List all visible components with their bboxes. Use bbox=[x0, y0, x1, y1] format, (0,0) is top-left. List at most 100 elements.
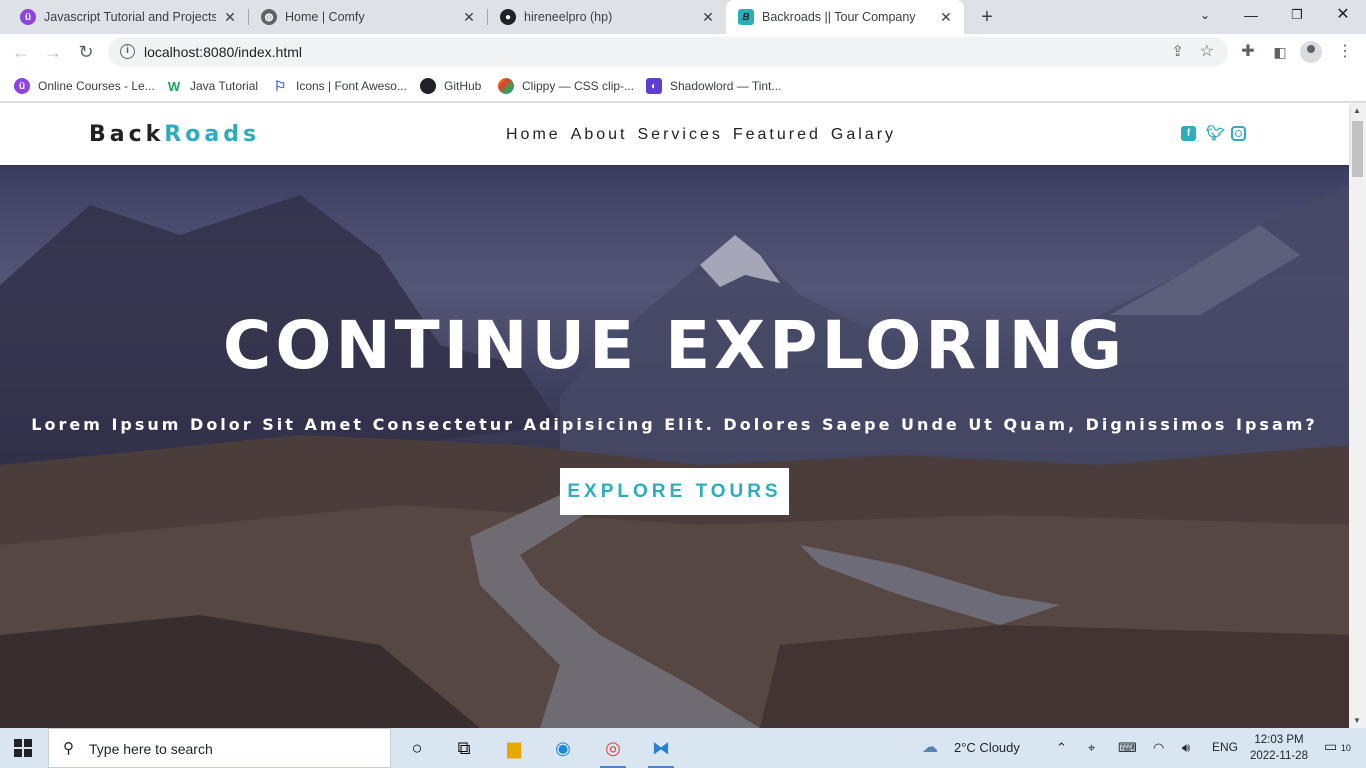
language-indicator[interactable]: ENG bbox=[1212, 740, 1238, 754]
nav-link-home[interactable]: Home bbox=[506, 126, 561, 144]
task-view-icon[interactable]: ⧉ bbox=[449, 734, 479, 762]
meet-now-icon[interactable]: ⌖ bbox=[1088, 740, 1095, 756]
new-tab-button[interactable]: + bbox=[976, 6, 998, 28]
bookmark-java-tutorial[interactable]: W Java Tutorial bbox=[166, 76, 258, 96]
bookmark-font-awesome[interactable]: ⚐ Icons | Font Aweso... bbox=[272, 76, 407, 96]
extensions-icon[interactable]: ✚ bbox=[1236, 40, 1260, 64]
menu-kebab-icon[interactable]: ⋮ bbox=[1333, 40, 1357, 64]
page-scrollbar[interactable]: ▲ ▼ bbox=[1349, 103, 1366, 728]
show-hidden-icons-chevron-icon[interactable]: ⌃ bbox=[1056, 740, 1067, 756]
side-panel-icon[interactable]: ◧ bbox=[1268, 40, 1292, 64]
taskbar-search-box[interactable]: ⚲ Type here to search bbox=[48, 728, 391, 768]
browser-tab-strip: ü Javascript Tutorial and Projects C ✕ ◍… bbox=[0, 0, 1366, 34]
explore-tours-button[interactable]: EXPLORE TOURS bbox=[560, 468, 789, 515]
tab-javascript-tutorial[interactable]: ü Javascript Tutorial and Projects C ✕ bbox=[8, 0, 248, 34]
file-explorer-icon[interactable]: ▆ bbox=[499, 734, 529, 762]
course-site-icon: ü bbox=[14, 78, 30, 94]
message-icon: ▭ bbox=[1324, 738, 1338, 754]
minimize-button[interactable]: — bbox=[1228, 0, 1274, 30]
close-tab-icon[interactable]: ✕ bbox=[461, 9, 477, 26]
nav-link-galary[interactable]: Galary bbox=[831, 126, 896, 144]
nav-links: Home About Services Featured Galary bbox=[506, 126, 906, 144]
system-clock[interactable]: 12:03 PM 2022-11-28 bbox=[1250, 732, 1308, 764]
notification-count: 10 bbox=[1340, 743, 1351, 753]
search-icon: ⚲ bbox=[63, 740, 74, 757]
clock-time: 12:03 PM bbox=[1254, 734, 1304, 746]
site-logo[interactable]: BackRoads bbox=[89, 122, 260, 147]
close-tab-icon[interactable]: ✕ bbox=[938, 9, 954, 26]
tab-github[interactable]: ● hireneelpro (hp) ✕ bbox=[488, 0, 726, 34]
site-info-icon[interactable]: i bbox=[120, 44, 135, 59]
bookmark-label: Icons | Font Aweso... bbox=[296, 79, 407, 93]
forward-button[interactable]: → bbox=[41, 40, 65, 64]
bookmark-shadowlord[interactable]: ◐ Shadowlord — Tint... bbox=[646, 76, 781, 96]
weather-text[interactable]: 2°C Cloudy bbox=[954, 740, 1020, 755]
site-navbar: BackRoads Home About Services Featured G… bbox=[0, 103, 1349, 165]
bookmark-label: Shadowlord — Tint... bbox=[670, 79, 782, 93]
notification-center-icon[interactable]: ▭ 10 bbox=[1324, 738, 1351, 755]
url-text[interactable]: localhost:8080/index.html bbox=[144, 44, 302, 60]
tab-title: hireneelpro (hp) bbox=[524, 10, 613, 24]
volume-icon[interactable]: 🔊︎ bbox=[1182, 740, 1190, 756]
restore-button[interactable]: ❐ bbox=[1274, 0, 1320, 30]
globe-icon: ◍ bbox=[261, 9, 277, 25]
nav-link-services[interactable]: Services bbox=[638, 126, 723, 144]
bookmark-label: Java Tutorial bbox=[190, 79, 259, 93]
profile-avatar-icon[interactable] bbox=[1300, 41, 1322, 63]
close-window-button[interactable]: ✕ bbox=[1320, 0, 1366, 30]
bookmark-star-icon[interactable]: ☆ bbox=[1200, 41, 1214, 61]
tab-search-icon[interactable]: ⌄ bbox=[1182, 0, 1228, 30]
close-tab-icon[interactable]: ✕ bbox=[700, 9, 716, 26]
tab-backroads[interactable]: B Backroads || Tour Company ✕ bbox=[726, 0, 964, 34]
instagram-icon[interactable] bbox=[1231, 126, 1246, 141]
address-bar[interactable]: i localhost:8080/index.html ⇪ ☆ bbox=[108, 37, 1228, 67]
input-indicator-icon[interactable]: ⌨ bbox=[1118, 740, 1137, 756]
backroads-favicon: B bbox=[738, 9, 754, 25]
clock-date: 2022-11-28 bbox=[1250, 750, 1308, 762]
bookmark-label: Online Courses - Le... bbox=[38, 79, 155, 93]
bookmark-github[interactable]: GitHub bbox=[420, 76, 481, 96]
hero-content: CONTINUE EXPLORING Lorem Ipsum Dolor Sit… bbox=[0, 165, 1349, 728]
scrollbar-thumb[interactable] bbox=[1352, 121, 1363, 177]
bookmark-clippy[interactable]: Clippy — CSS clip-... bbox=[498, 76, 634, 96]
tab-title: Backroads || Tour Company bbox=[762, 10, 916, 24]
github-icon bbox=[420, 78, 436, 94]
close-tab-icon[interactable]: ✕ bbox=[222, 9, 238, 26]
bookmarks-bar: ü Online Courses - Le... W Java Tutorial… bbox=[0, 70, 1366, 102]
vscode-icon[interactable]: ⧓ bbox=[646, 734, 676, 768]
tab-title: Javascript Tutorial and Projects C bbox=[44, 10, 216, 24]
flag-icon: ⚐ bbox=[273, 77, 287, 94]
page-viewport: BackRoads Home About Services Featured G… bbox=[0, 103, 1366, 728]
back-button[interactable]: ← bbox=[9, 40, 33, 64]
wifi-icon[interactable]: ◠ bbox=[1153, 740, 1164, 756]
chrome-browser-icon[interactable]: ◎ bbox=[598, 734, 628, 768]
nav-link-featured[interactable]: Featured bbox=[733, 126, 821, 144]
edge-browser-icon[interactable]: ◉ bbox=[548, 734, 578, 762]
browser-toolbar: ← → ↻ i localhost:8080/index.html ⇪ ☆ ✚ … bbox=[0, 34, 1366, 70]
nav-link-about[interactable]: About bbox=[571, 126, 628, 144]
facebook-icon[interactable]: f bbox=[1181, 126, 1196, 141]
scroll-down-arrow-icon[interactable]: ▼ bbox=[1353, 716, 1361, 725]
windows-start-icon[interactable] bbox=[14, 739, 32, 757]
bookmark-label: GitHub bbox=[444, 79, 482, 93]
social-links: f 🐦︎ bbox=[1181, 126, 1246, 141]
reload-button[interactable]: ↻ bbox=[74, 40, 98, 64]
scroll-up-arrow-icon[interactable]: ▲ bbox=[1353, 106, 1361, 115]
bookmark-label: Clippy — CSS clip-... bbox=[522, 79, 635, 93]
share-icon[interactable]: ⇪ bbox=[1171, 42, 1184, 60]
hero-section: CONTINUE EXPLORING Lorem Ipsum Dolor Sit… bbox=[0, 165, 1349, 728]
logo-text-accent: Roads bbox=[164, 122, 261, 147]
bookmark-online-courses[interactable]: ü Online Courses - Le... bbox=[14, 76, 155, 96]
logo-text-dark: Back bbox=[89, 122, 165, 147]
course-site-icon: ü bbox=[20, 9, 36, 25]
weather-cloud-icon[interactable]: ☁ bbox=[922, 737, 938, 757]
twitter-icon[interactable]: 🐦︎ bbox=[1206, 126, 1225, 141]
hero-title: CONTINUE EXPLORING bbox=[222, 307, 1127, 384]
hero-subtitle: Lorem Ipsum Dolor Sit Amet Consectetur A… bbox=[31, 415, 1318, 434]
shadowlord-icon: ◐ bbox=[646, 78, 662, 94]
tab-home-comfy[interactable]: ◍ Home | Comfy ✕ bbox=[249, 0, 487, 34]
cortana-icon[interactable]: ○ bbox=[402, 734, 432, 762]
github-icon: ● bbox=[500, 9, 516, 25]
search-placeholder: Type here to search bbox=[89, 741, 213, 757]
clippy-icon bbox=[498, 78, 514, 94]
